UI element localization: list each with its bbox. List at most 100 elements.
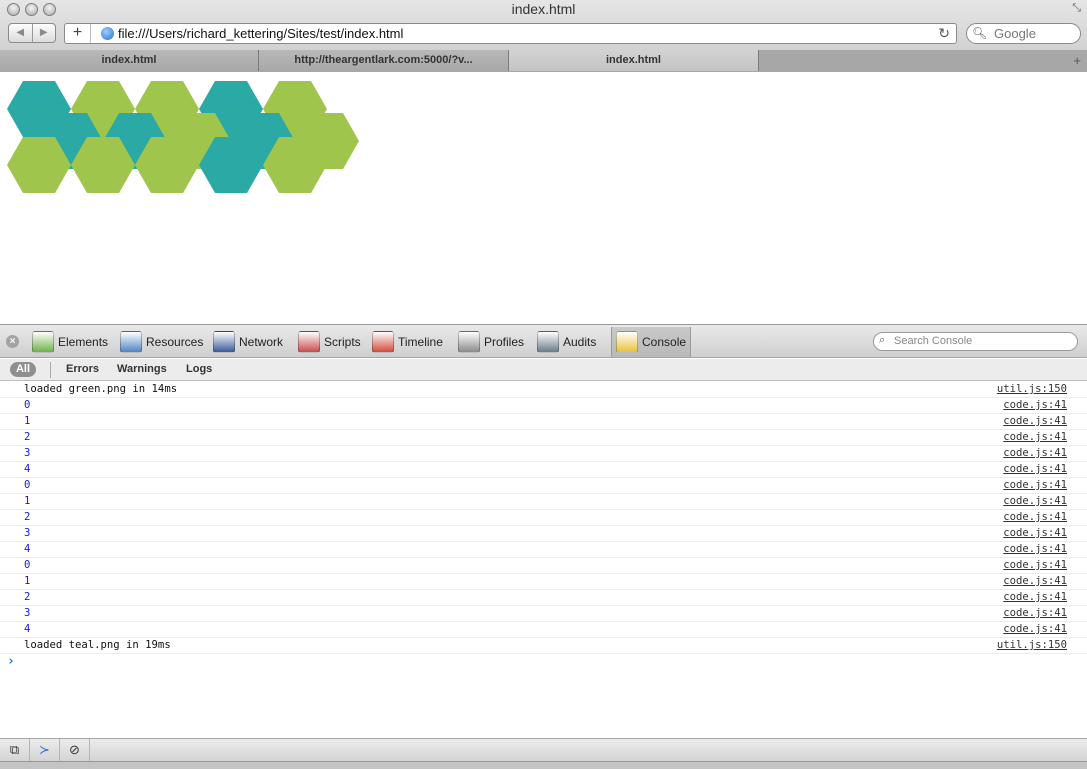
tab-bar: index.html http://theargentlark.com:5000… [0, 50, 1087, 72]
panel-timeline[interactable]: Timeline [372, 327, 443, 357]
console-prompt[interactable]: › [0, 654, 1087, 672]
panel-elements[interactable]: Elements [32, 327, 108, 357]
fullscreen-icon[interactable]: ⤡ [1072, 2, 1081, 15]
console-output[interactable]: loaded green.png in 14ms util.js:150 0 code… [0, 382, 1087, 738]
browser-window: index.html ⤡ ◀ ▶ + file:///Users/richard… [0, 0, 1087, 769]
new-tab-icon[interactable]: + [1073, 50, 1081, 71]
panel-label: Elements [58, 335, 109, 349]
console-row: 0 code.js:41 [0, 478, 1087, 494]
back-arrow-icon[interactable]: ◀ [9, 24, 32, 42]
source-link[interactable]: code.js:41 [1003, 495, 1067, 507]
console-icon [616, 331, 638, 353]
console-search-field[interactable]: ⌕ Search Console [873, 332, 1078, 351]
forward-arrow-icon[interactable]: ▶ [31, 24, 56, 42]
filter-all[interactable]: All [10, 362, 36, 377]
add-bookmark-button[interactable]: + [65, 24, 91, 43]
console-message: 1 [24, 415, 31, 427]
dock-icon[interactable]: ⧉ [0, 739, 30, 761]
filter-logs[interactable]: Logs [186, 362, 212, 377]
source-link[interactable]: code.js:41 [1003, 575, 1067, 587]
resources-icon [120, 331, 142, 353]
panel-console[interactable]: Console [611, 327, 692, 357]
panel-network[interactable]: Network [213, 327, 283, 357]
console-toggle-icon[interactable]: ≻ [30, 739, 60, 761]
source-link[interactable]: code.js:41 [1003, 415, 1067, 427]
console-message: 3 [24, 527, 31, 539]
clear-console-icon[interactable]: ⊘ [60, 739, 90, 761]
filter-errors[interactable]: Errors [66, 362, 99, 377]
filter-divider [50, 362, 51, 378]
console-row: 4 code.js:41 [0, 462, 1087, 478]
tab-1[interactable]: index.html [0, 50, 259, 71]
source-link[interactable]: code.js:41 [1003, 431, 1067, 443]
source-link[interactable]: code.js:41 [1003, 559, 1067, 571]
source-link[interactable]: code.js:41 [1003, 447, 1067, 459]
source-link[interactable]: code.js:41 [1003, 399, 1067, 411]
source-link[interactable]: code.js:41 [1003, 511, 1067, 523]
console-message: 1 [24, 575, 31, 587]
console-row: 1 code.js:41 [0, 414, 1087, 430]
source-link[interactable]: code.js:41 [1003, 623, 1067, 635]
audits-icon [537, 331, 559, 353]
console-row: 2 code.js:41 [0, 430, 1087, 446]
console-message: loaded green.png in 14ms [24, 383, 178, 395]
source-link[interactable]: code.js:41 [1003, 463, 1067, 475]
search-icon: ⌕ [879, 334, 886, 346]
console-row: loaded teal.png in 19ms util.js:150 [0, 638, 1087, 654]
google-search-field[interactable]: 🔍︎ Google [966, 23, 1081, 44]
console-row: 3 code.js:41 [0, 526, 1087, 542]
console-row: 2 code.js:41 [0, 590, 1087, 606]
source-link[interactable]: code.js:41 [1003, 527, 1067, 539]
source-link[interactable]: util.js:150 [997, 639, 1067, 651]
panel-scripts[interactable]: Scripts [298, 327, 361, 357]
console-message: 4 [24, 543, 31, 555]
panel-label: Timeline [398, 335, 443, 349]
panel-resources[interactable]: Resources [120, 327, 203, 357]
panel-profiles[interactable]: Profiles [458, 327, 524, 357]
console-filter-bar: All Errors Warnings Logs [0, 359, 1087, 381]
window-title: index.html [511, 1, 576, 17]
page-content [0, 73, 1087, 324]
close-devtools-icon[interactable]: × [6, 335, 19, 348]
console-search-placeholder: Search Console [894, 335, 973, 347]
elements-icon [32, 331, 54, 353]
reload-icon[interactable]: ↻ [938, 25, 950, 42]
globe-icon [101, 27, 114, 40]
panel-label: Profiles [484, 335, 525, 349]
profiles-icon [458, 331, 480, 353]
panel-label: Resources [146, 335, 204, 349]
console-row: 3 code.js:41 [0, 606, 1087, 622]
source-link[interactable]: code.js:41 [1003, 607, 1067, 619]
scripts-icon [298, 331, 320, 353]
filter-warnings[interactable]: Warnings [117, 362, 167, 377]
panel-label: Console [642, 335, 687, 349]
network-icon [213, 331, 235, 353]
console-row: 2 code.js:41 [0, 510, 1087, 526]
console-message: 3 [24, 447, 31, 459]
search-icon: 🔍︎ [972, 26, 988, 40]
devtools-toolbar: × Elements Resources Network Scripts Timelin… [0, 324, 1087, 358]
url-field[interactable]: file:///Users/richard_kettering/Sites/te… [118, 26, 403, 41]
console-message: 0 [24, 479, 31, 491]
search-placeholder: Google [994, 26, 1036, 41]
console-row: 0 code.js:41 [0, 398, 1087, 414]
source-link[interactable]: util.js:150 [997, 383, 1067, 395]
console-row: 3 code.js:41 [0, 446, 1087, 462]
console-message: 2 [24, 591, 31, 603]
panel-label: Audits [563, 335, 597, 349]
source-link[interactable]: code.js:41 [1003, 591, 1067, 603]
panel-label: Scripts [324, 335, 361, 349]
console-message: 0 [24, 559, 31, 571]
source-link[interactable]: code.js:41 [1003, 543, 1067, 555]
console-row: 1 code.js:41 [0, 494, 1087, 510]
console-row: loaded green.png in 14ms util.js:150 [0, 382, 1087, 398]
console-message: 2 [24, 431, 31, 443]
console-message: 3 [24, 607, 31, 619]
address-bar[interactable]: + file:///Users/richard_kettering/Sites/… [64, 23, 957, 44]
source-link[interactable]: code.js:41 [1003, 479, 1067, 491]
tab-3[interactable]: index.html [509, 50, 759, 71]
tab-2[interactable]: http://theargentlark.com:5000/?v... [259, 50, 509, 71]
hexagon-canvas [7, 81, 359, 193]
devtools-status-bar: ⧉ ≻ ⊘ [0, 738, 1087, 761]
panel-audits[interactable]: Audits [537, 327, 596, 357]
